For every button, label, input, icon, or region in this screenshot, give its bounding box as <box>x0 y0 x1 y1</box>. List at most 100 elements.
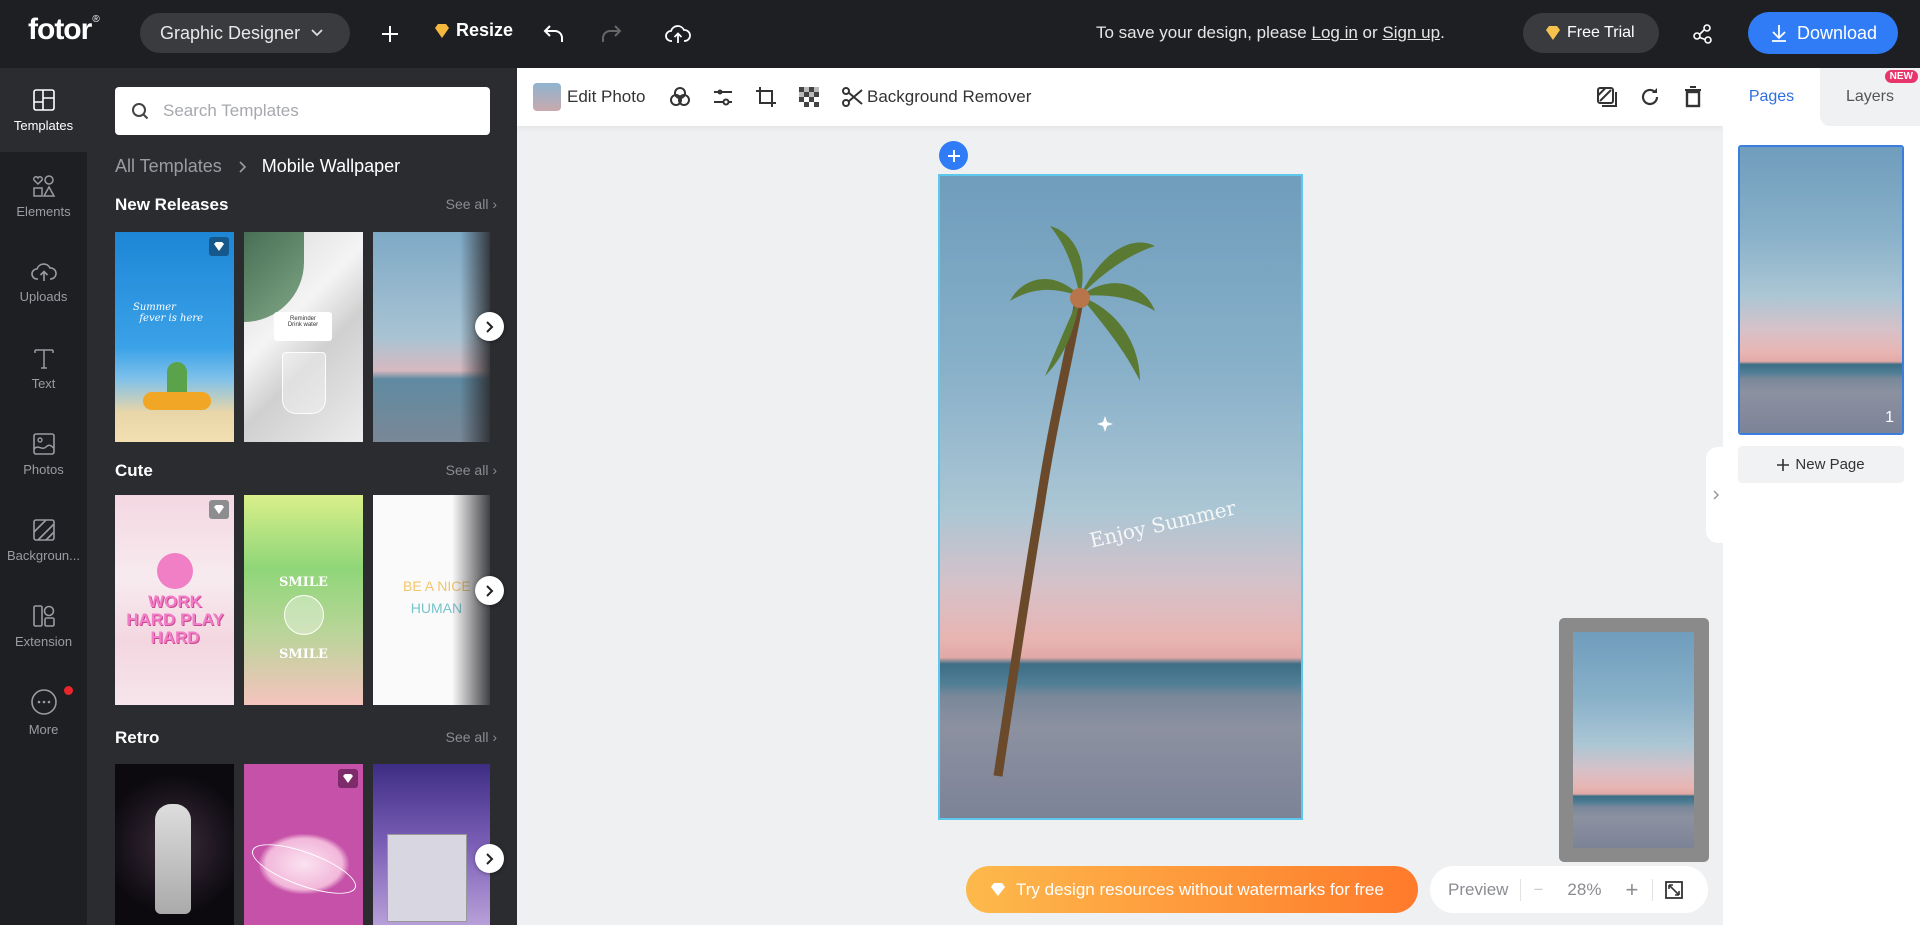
share-button[interactable] <box>1689 20 1717 48</box>
delete-button[interactable] <box>1683 84 1703 110</box>
template-card[interactable] <box>244 764 363 925</box>
free-trial-button[interactable]: Free Trial <box>1523 13 1659 53</box>
coconuts <box>1070 288 1090 308</box>
rail-item-uploads[interactable]: Uploads <box>0 240 87 324</box>
share-icon <box>1693 24 1712 44</box>
page-number: 1 <box>1885 409 1894 426</box>
undo-button[interactable] <box>540 20 568 48</box>
minimap-navigator[interactable] <box>1559 618 1709 862</box>
plus-icon <box>382 26 398 42</box>
chevron-right-icon <box>485 584 493 597</box>
design-artboard[interactable]: Enjoy Summer <box>938 174 1303 820</box>
see-all-link[interactable]: See all › <box>446 729 497 745</box>
float-ring-shape <box>143 392 211 410</box>
tab-layers[interactable]: Layers NEW <box>1820 68 1920 126</box>
crop-button[interactable] <box>755 84 777 110</box>
gem-icon <box>435 23 449 38</box>
section-title: Retro <box>115 728 160 747</box>
flip-button[interactable] <box>1596 84 1618 110</box>
cloud-upload-button[interactable] <box>664 20 692 48</box>
template-card[interactable] <box>115 764 234 925</box>
divider <box>1652 878 1654 901</box>
toggle-right-panel-button[interactable] <box>1706 447 1726 543</box>
preview-button[interactable]: Preview <box>1448 880 1508 900</box>
fit-screen-button[interactable] <box>1665 880 1684 899</box>
add-page-button[interactable] <box>939 141 968 170</box>
transparency-button[interactable] <box>799 84 819 110</box>
carousel-next-button[interactable] <box>475 312 504 341</box>
panel-tabs: Pages Layers NEW <box>1723 68 1920 126</box>
minimap-preview <box>1573 632 1694 848</box>
glass-shape <box>282 352 326 414</box>
template-card[interactable]: Summer fever is here <box>115 232 234 442</box>
template-card[interactable]: Reminder Drink water <box>244 232 363 442</box>
signup-link[interactable]: Sign up <box>1382 23 1440 42</box>
template-card[interactable]: WORK HARD PLAY HARD <box>115 495 234 705</box>
zoom-in-button[interactable]: + <box>1625 877 1638 903</box>
undo-icon <box>543 25 563 42</box>
resize-button[interactable]: Resize <box>434 20 513 41</box>
see-all-link[interactable]: See all › <box>446 196 497 212</box>
gem-icon <box>1546 26 1560 40</box>
zoom-level[interactable]: 28% <box>1567 880 1601 900</box>
scissors-icon <box>842 87 863 107</box>
search-box <box>115 87 490 135</box>
see-all-link[interactable]: See all › <box>446 462 497 478</box>
search-input[interactable] <box>163 101 463 121</box>
watermark-free-promo-button[interactable]: Try design resources without watermarks … <box>966 866 1418 913</box>
add-button[interactable] <box>376 20 404 48</box>
edit-photo-button[interactable]: Edit Photo <box>533 83 645 111</box>
tab-pages[interactable]: Pages <box>1723 68 1820 126</box>
rail-item-photos[interactable]: Photos <box>0 412 87 496</box>
breadcrumb-all-templates[interactable]: All Templates <box>115 156 222 177</box>
template-card[interactable]: SMILE SMILE <box>244 495 363 705</box>
zoom-out-button[interactable]: − <box>1533 880 1543 900</box>
photo-toolbar: Edit Photo Background Remover <box>517 68 1723 126</box>
plus-icon <box>1777 458 1790 471</box>
text-icon <box>33 348 54 369</box>
carousel-next-button[interactable] <box>475 576 504 605</box>
pages-panel: Pages Layers NEW 1 New Page <box>1723 68 1920 925</box>
flip-icon <box>1597 87 1617 107</box>
rail-item-elements[interactable]: Elements <box>0 154 87 238</box>
login-link[interactable]: Log in <box>1311 23 1357 42</box>
filter-button[interactable] <box>669 84 691 110</box>
fotor-logo[interactable]: fotor® <box>28 13 100 47</box>
photo-thumbnail <box>533 83 561 111</box>
download-button[interactable]: Download <box>1748 12 1898 54</box>
template-card[interactable] <box>373 764 490 925</box>
adjust-button[interactable] <box>712 84 734 110</box>
background-icon <box>32 518 55 541</box>
rail-item-templates[interactable]: Templates <box>0 68 87 152</box>
rotate-button[interactable] <box>1639 84 1661 110</box>
background-remover-button[interactable]: Background Remover <box>841 84 1031 110</box>
photos-icon <box>32 432 55 455</box>
carousel-next-button[interactable] <box>475 844 504 873</box>
redo-icon <box>602 25 622 42</box>
save-prompt: To save your design, please Log in or Si… <box>1096 23 1445 42</box>
page-preview <box>1740 147 1902 433</box>
gem-icon <box>343 774 353 783</box>
rail-item-text[interactable]: Text <box>0 326 87 410</box>
role-selector-dropdown[interactable]: Graphic Designer <box>140 13 350 53</box>
divider <box>1520 878 1522 901</box>
templates-panel: All Templates Mobile Wallpaper New Relea… <box>87 68 517 925</box>
templates-icon <box>32 88 55 111</box>
search-icon <box>132 103 149 120</box>
upload-cloud-icon <box>30 262 57 281</box>
new-page-button[interactable]: New Page <box>1738 446 1904 483</box>
palm-tree-illustration <box>993 226 1155 777</box>
gem-icon <box>214 505 224 514</box>
palm-trunk <box>993 295 1085 777</box>
cactus-shape <box>167 362 187 396</box>
chevron-right-icon <box>239 160 246 173</box>
template-card[interactable] <box>373 232 490 442</box>
template-card[interactable]: BE A NICE HUMAN <box>373 495 490 705</box>
page-thumbnail[interactable]: 1 <box>1738 145 1904 435</box>
rail-item-more[interactable]: More <box>0 670 87 754</box>
redo-button[interactable] <box>597 20 625 48</box>
trash-icon <box>1685 86 1701 108</box>
flower-shape <box>284 595 324 635</box>
rail-item-extension[interactable]: Extension <box>0 584 87 668</box>
rail-item-background[interactable]: Backgroun... <box>0 498 87 582</box>
